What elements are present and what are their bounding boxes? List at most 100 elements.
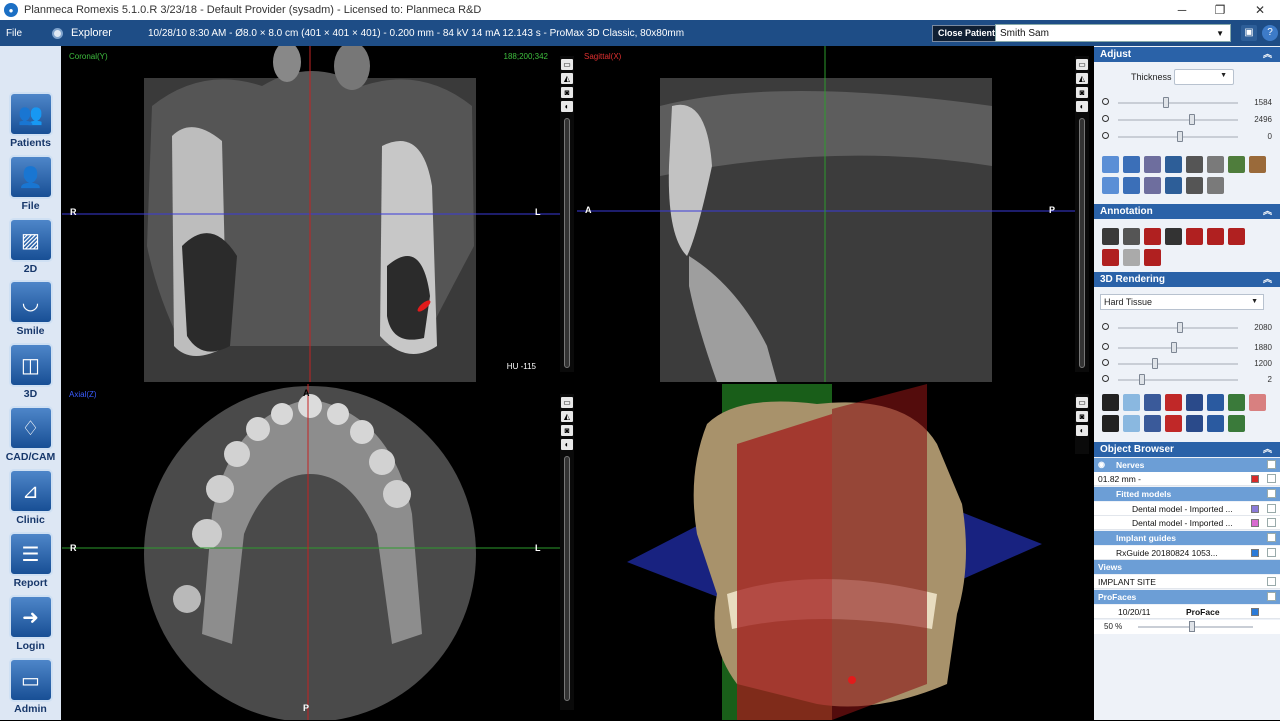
poly-icon[interactable] [1228, 228, 1245, 245]
nerve-item[interactable]: 01.82 mm - [1094, 472, 1280, 486]
angle-icon[interactable] [1123, 228, 1140, 245]
object-browser-header[interactable]: Object Browser ︽ [1094, 442, 1280, 457]
visibility-icon[interactable]: ◐ [1076, 425, 1088, 436]
checkbox[interactable] [1267, 577, 1276, 586]
arrow-icon[interactable] [1186, 228, 1203, 245]
box-icon[interactable] [1228, 394, 1245, 411]
crop-icon[interactable] [1102, 415, 1119, 432]
nerve-color-swatch[interactable] [1251, 475, 1259, 483]
nav-cadcam[interactable]: ♢ CAD/CAM [4, 406, 57, 469]
opacity-slider-thumb[interactable] [1189, 621, 1196, 632]
render-smoothing-slider[interactable]: 2 [1102, 374, 1272, 386]
slider-thumb[interactable] [1163, 97, 1169, 108]
maximize-view-icon[interactable]: ▭ [1076, 59, 1088, 70]
star-icon[interactable] [1123, 394, 1140, 411]
brightness-slider[interactable]: 2496 [1102, 114, 1272, 126]
model-color-swatch[interactable] [1251, 519, 1259, 527]
plane-red-icon[interactable] [1165, 394, 1182, 411]
slider-thumb[interactable] [1177, 131, 1184, 142]
close-patient-button[interactable]: Close Patient [932, 25, 1002, 42]
slider-thumb[interactable] [1177, 322, 1184, 333]
nerves-group[interactable]: ◉ Nerves [1094, 458, 1280, 472]
maximize-view-icon[interactable]: ▭ [1076, 397, 1088, 408]
proface-item[interactable]: 10/20/11 ProFace [1094, 605, 1280, 619]
rendering-header[interactable]: 3D Rendering ︽ [1094, 272, 1280, 287]
ellipse-icon[interactable] [1102, 249, 1119, 266]
slider-thumb[interactable] [1139, 374, 1145, 385]
nav-report[interactable]: ☰ Report [4, 532, 57, 595]
slider-thumb[interactable] [1152, 358, 1159, 369]
sharpen-icon[interactable] [1228, 156, 1245, 173]
views-group[interactable]: Views [1094, 560, 1280, 574]
collapse-icon[interactable]: ︽ [1263, 204, 1272, 219]
color-grid-icon[interactable] [1165, 415, 1182, 432]
slider-thumb[interactable] [1171, 342, 1178, 353]
eraser-icon[interactable] [1228, 415, 1245, 432]
dental-model-item[interactable]: Dental model - Imported ... [1094, 516, 1280, 530]
checkbox[interactable] [1267, 533, 1276, 542]
explorer-button[interactable]: Explorer [52, 27, 112, 39]
measure-icon[interactable] [1165, 156, 1182, 173]
close-window-button[interactable]: ✕ [1240, 0, 1280, 20]
visibility-icon[interactable]: ◐ [561, 101, 573, 112]
tool-icon[interactable] [1123, 177, 1140, 194]
fitted-models-group[interactable]: Fitted models [1094, 487, 1280, 501]
axial-view[interactable]: Axial(Z) A R L P [62, 384, 560, 720]
camera-icon[interactable]: ◙ [561, 87, 573, 98]
filter-icon[interactable] [1249, 156, 1266, 173]
pan-image-icon[interactable] [1102, 177, 1119, 194]
nav-file[interactable]: 👤 File [4, 155, 57, 218]
checkbox[interactable] [1267, 518, 1276, 527]
axial-slice-scrollbar[interactable] [564, 456, 570, 701]
profaces-group[interactable]: ProFaces [1094, 590, 1280, 604]
chat-icon[interactable] [1165, 177, 1182, 194]
light-icon[interactable] [1102, 394, 1119, 411]
nav-patients[interactable]: 👥 Patients [4, 92, 57, 155]
gamma-slider[interactable]: 0 [1102, 131, 1272, 143]
coronal-view[interactable]: Coronal(Y) 188;200;342 R L HU -115 [62, 46, 560, 382]
wand-icon[interactable] [1186, 415, 1203, 432]
freehand-icon[interactable] [1144, 249, 1161, 266]
dental-model-item[interactable]: Dental model - Imported ... [1094, 502, 1280, 516]
model-color-swatch[interactable] [1251, 505, 1259, 513]
nav-clinic[interactable]: ⊿ Clinic [4, 469, 57, 532]
rendering-3d-view[interactable] [577, 384, 1075, 720]
window-icon[interactable] [1207, 156, 1224, 173]
point-icon[interactable] [1123, 249, 1140, 266]
implant-site-item[interactable]: IMPLANT SITE [1094, 575, 1280, 589]
visibility-icon[interactable]: ◐ [1076, 101, 1088, 112]
camera-icon[interactable]: ◙ [561, 425, 573, 436]
nav-smile[interactable]: ◡ Smile [4, 280, 57, 343]
collapse-icon[interactable]: ︽ [1263, 442, 1272, 457]
thickness-select[interactable]: ▼ [1174, 69, 1234, 85]
render-brightness-slider[interactable]: 1880 [1102, 342, 1272, 354]
adjust-header[interactable]: Adjust ︽ [1094, 47, 1280, 62]
render-4d-icon[interactable] [1186, 177, 1203, 194]
clip-icon[interactable] [1144, 394, 1161, 411]
mask-icon[interactable] [1144, 415, 1161, 432]
rect-icon[interactable] [1144, 228, 1161, 245]
contrast-slider[interactable]: 1584 [1102, 97, 1272, 109]
reset-icon[interactable] [1249, 394, 1266, 411]
checkbox[interactable] [1267, 489, 1276, 498]
file-menu[interactable]: File [0, 28, 28, 39]
checkbox[interactable] [1267, 548, 1276, 557]
render-opacity-slider[interactable]: 2080 [1102, 322, 1272, 334]
tooth-icon[interactable] [1207, 177, 1224, 194]
coronal-slice-scrollbar[interactable] [564, 118, 570, 368]
plane-green-icon[interactable] [1207, 394, 1224, 411]
proface-color-swatch[interactable] [1251, 608, 1259, 616]
help-icon[interactable]: ? [1262, 25, 1278, 41]
nav-3d[interactable]: ◫ 3D [4, 343, 57, 406]
zoom-icon[interactable] [1102, 156, 1119, 173]
checkbox[interactable] [1267, 592, 1276, 601]
minimize-button[interactable]: ─ [1162, 0, 1202, 20]
render-threshold-slider[interactable]: 1200 [1102, 358, 1272, 370]
checkbox[interactable] [1267, 460, 1276, 469]
rotate-icon[interactable] [1144, 156, 1161, 173]
implant-guides-group[interactable]: Implant guides [1094, 531, 1280, 545]
sagittal-view[interactable]: Sagittal(X) A P [577, 46, 1075, 382]
line-icon[interactable] [1102, 228, 1119, 245]
maximize-view-icon[interactable]: ▭ [561, 397, 573, 408]
collapse-icon[interactable]: ︽ [1263, 47, 1272, 62]
